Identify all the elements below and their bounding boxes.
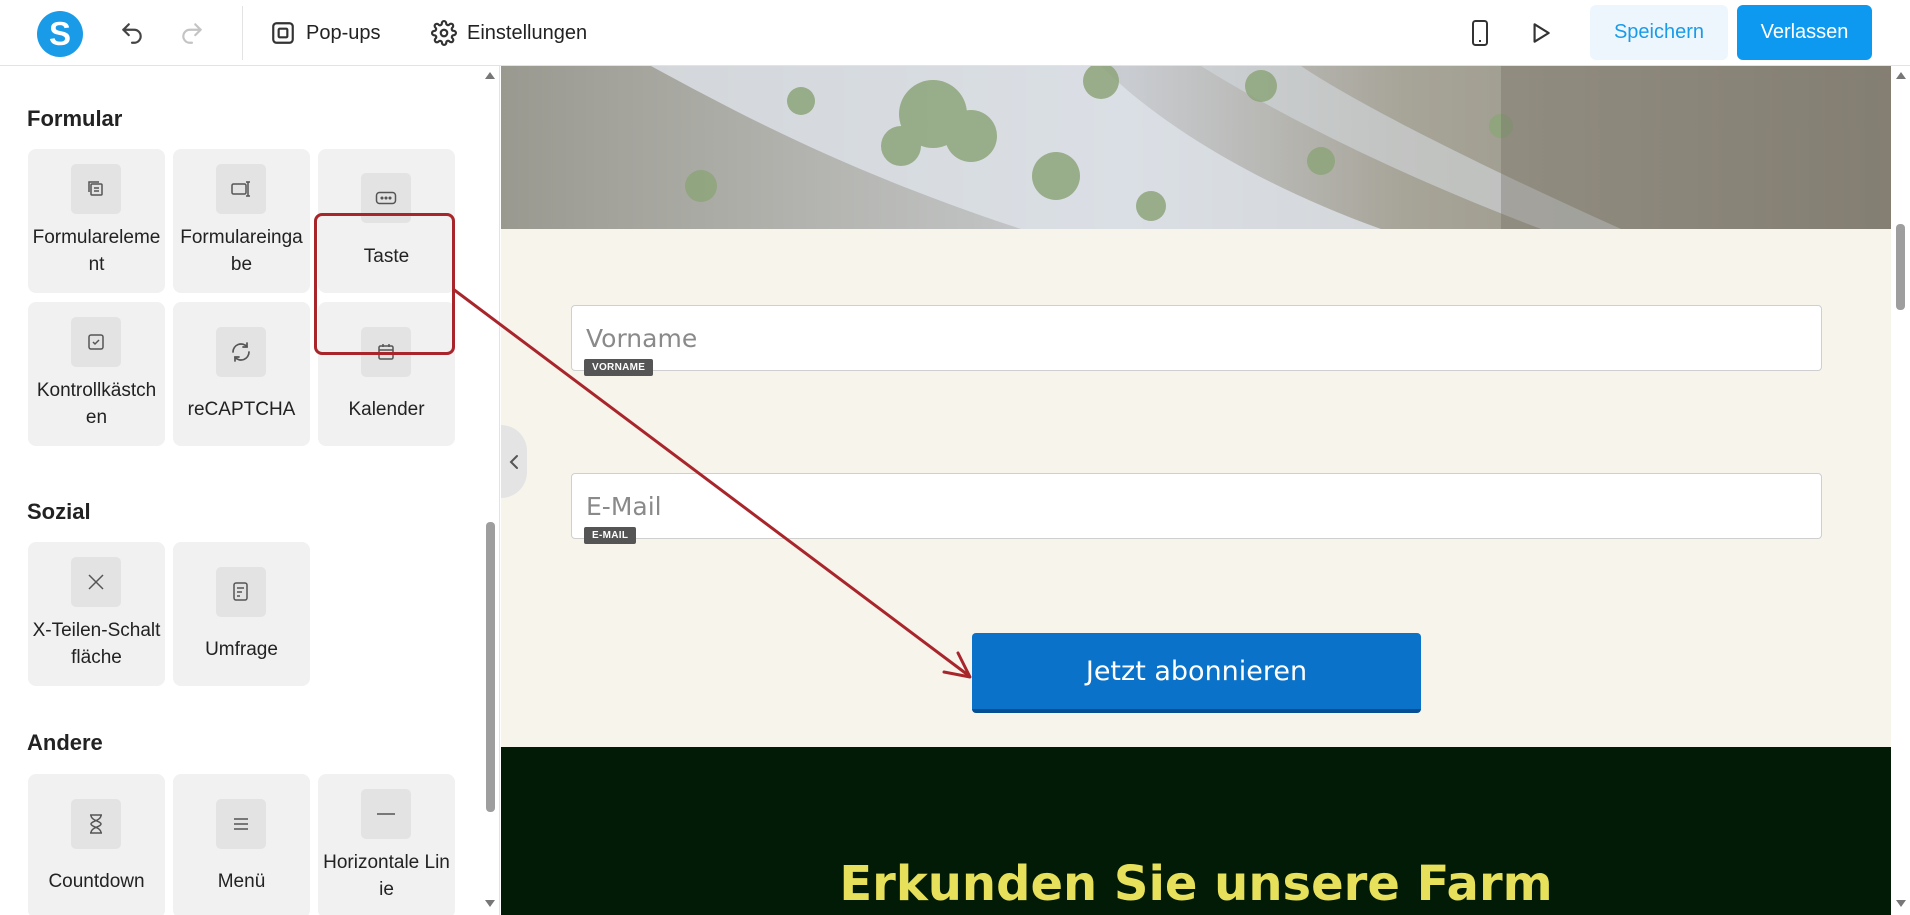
gear-icon bbox=[431, 20, 457, 46]
popups-label: Pop-ups bbox=[306, 21, 381, 44]
top-toolbar: S Pop-ups Einstellungen Speichern Verlas… bbox=[0, 0, 1910, 66]
tile-recaptcha[interactable]: reCAPTCHA bbox=[173, 302, 310, 446]
tile-x-share[interactable]: X-Teilen-Schaltfläche bbox=[28, 542, 165, 686]
tile-countdown[interactable]: Countdown bbox=[28, 774, 165, 915]
panel-scroll-thumb[interactable] bbox=[486, 522, 495, 812]
app-logo[interactable]: S bbox=[37, 11, 83, 57]
tile-label: Horizontale Linie bbox=[323, 852, 450, 900]
button-icon bbox=[361, 173, 411, 223]
section-title-form: Formular bbox=[27, 106, 123, 131]
chevron-left-icon bbox=[509, 454, 518, 469]
menu-icon bbox=[216, 799, 266, 849]
panel-scroll-down-icon[interactable] bbox=[485, 900, 495, 907]
canvas-scroll-up-icon[interactable] bbox=[1896, 72, 1906, 79]
tile-horizontal-line[interactable]: Horizontale Linie bbox=[318, 774, 455, 915]
subscribe-button[interactable]: Jetzt abonnieren bbox=[972, 633, 1421, 713]
toolbar-divider bbox=[242, 6, 243, 60]
save-button[interactable]: Speichern bbox=[1590, 5, 1728, 60]
undo-icon[interactable] bbox=[114, 15, 150, 51]
email-tag: E-MAIL bbox=[584, 527, 637, 544]
tile-label: X-Teilen-Schaltfläche bbox=[32, 620, 161, 668]
survey-icon bbox=[216, 567, 266, 617]
x-share-icon bbox=[71, 557, 121, 607]
recaptcha-icon bbox=[216, 327, 266, 377]
tile-calendar[interactable]: Kalender bbox=[318, 302, 455, 446]
section-title-social: Sozial bbox=[27, 499, 91, 524]
email-field[interactable]: E-MAIL bbox=[571, 473, 1822, 544]
tile-button[interactable]: Taste bbox=[318, 149, 455, 293]
popups-button[interactable]: Pop-ups bbox=[270, 14, 381, 52]
tile-label: Kalender bbox=[348, 399, 425, 420]
popup-icon bbox=[272, 22, 294, 44]
mobile-preview-icon[interactable] bbox=[1462, 15, 1498, 51]
form-element-icon bbox=[71, 164, 121, 214]
tile-label: Umfrage bbox=[205, 639, 278, 660]
horizontal-line-icon bbox=[361, 789, 411, 839]
play-preview-icon[interactable] bbox=[1522, 15, 1558, 51]
section-title-other: Andere bbox=[27, 730, 103, 755]
hero-image bbox=[501, 66, 1891, 229]
tile-label: Taste bbox=[363, 246, 410, 267]
tile-label: Kontrollkästchen bbox=[36, 380, 157, 428]
email-input[interactable] bbox=[572, 474, 1821, 538]
canvas-scrollbar[interactable] bbox=[1892, 66, 1910, 915]
farm-heading: Erkunden Sie unsere Farm bbox=[839, 856, 1553, 912]
leave-button[interactable]: Verlassen bbox=[1737, 5, 1872, 60]
firstname-tag: VORNAME bbox=[584, 359, 654, 376]
tile-checkbox[interactable]: Kontrollkästchen bbox=[28, 302, 165, 446]
tile-label: Formularelement bbox=[32, 227, 161, 275]
panel-scroll-up-icon[interactable] bbox=[485, 72, 495, 79]
checkbox-icon bbox=[71, 317, 121, 367]
hourglass-icon bbox=[71, 799, 121, 849]
tile-form-input[interactable]: Formulareingabe bbox=[173, 149, 310, 293]
firstname-input[interactable] bbox=[572, 306, 1821, 370]
elements-panel: Formular Formularelement Formulareingabe… bbox=[0, 66, 500, 915]
form-input-icon bbox=[216, 164, 266, 214]
redo-icon[interactable] bbox=[174, 15, 210, 51]
settings-button[interactable]: Einstellungen bbox=[431, 14, 587, 52]
canvas-scroll-down-icon[interactable] bbox=[1896, 900, 1906, 907]
tile-label: Menü bbox=[217, 871, 266, 892]
tile-menu[interactable]: Menü bbox=[173, 774, 310, 915]
tile-survey[interactable]: Umfrage bbox=[173, 542, 310, 686]
tile-form-element[interactable]: Formularelement bbox=[28, 149, 165, 293]
canvas-scroll-thumb[interactable] bbox=[1896, 224, 1905, 310]
editor-canvas: VORNAME E-MAIL Jetzt abonnieren Erkunden… bbox=[501, 66, 1891, 915]
settings-label: Einstellungen bbox=[467, 21, 588, 44]
tile-label: Countdown bbox=[48, 871, 145, 892]
firstname-field[interactable]: VORNAME bbox=[571, 305, 1822, 376]
calendar-icon bbox=[361, 327, 411, 377]
tile-label: Formulareingabe bbox=[180, 227, 303, 275]
tile-label: reCAPTCHA bbox=[187, 399, 296, 420]
